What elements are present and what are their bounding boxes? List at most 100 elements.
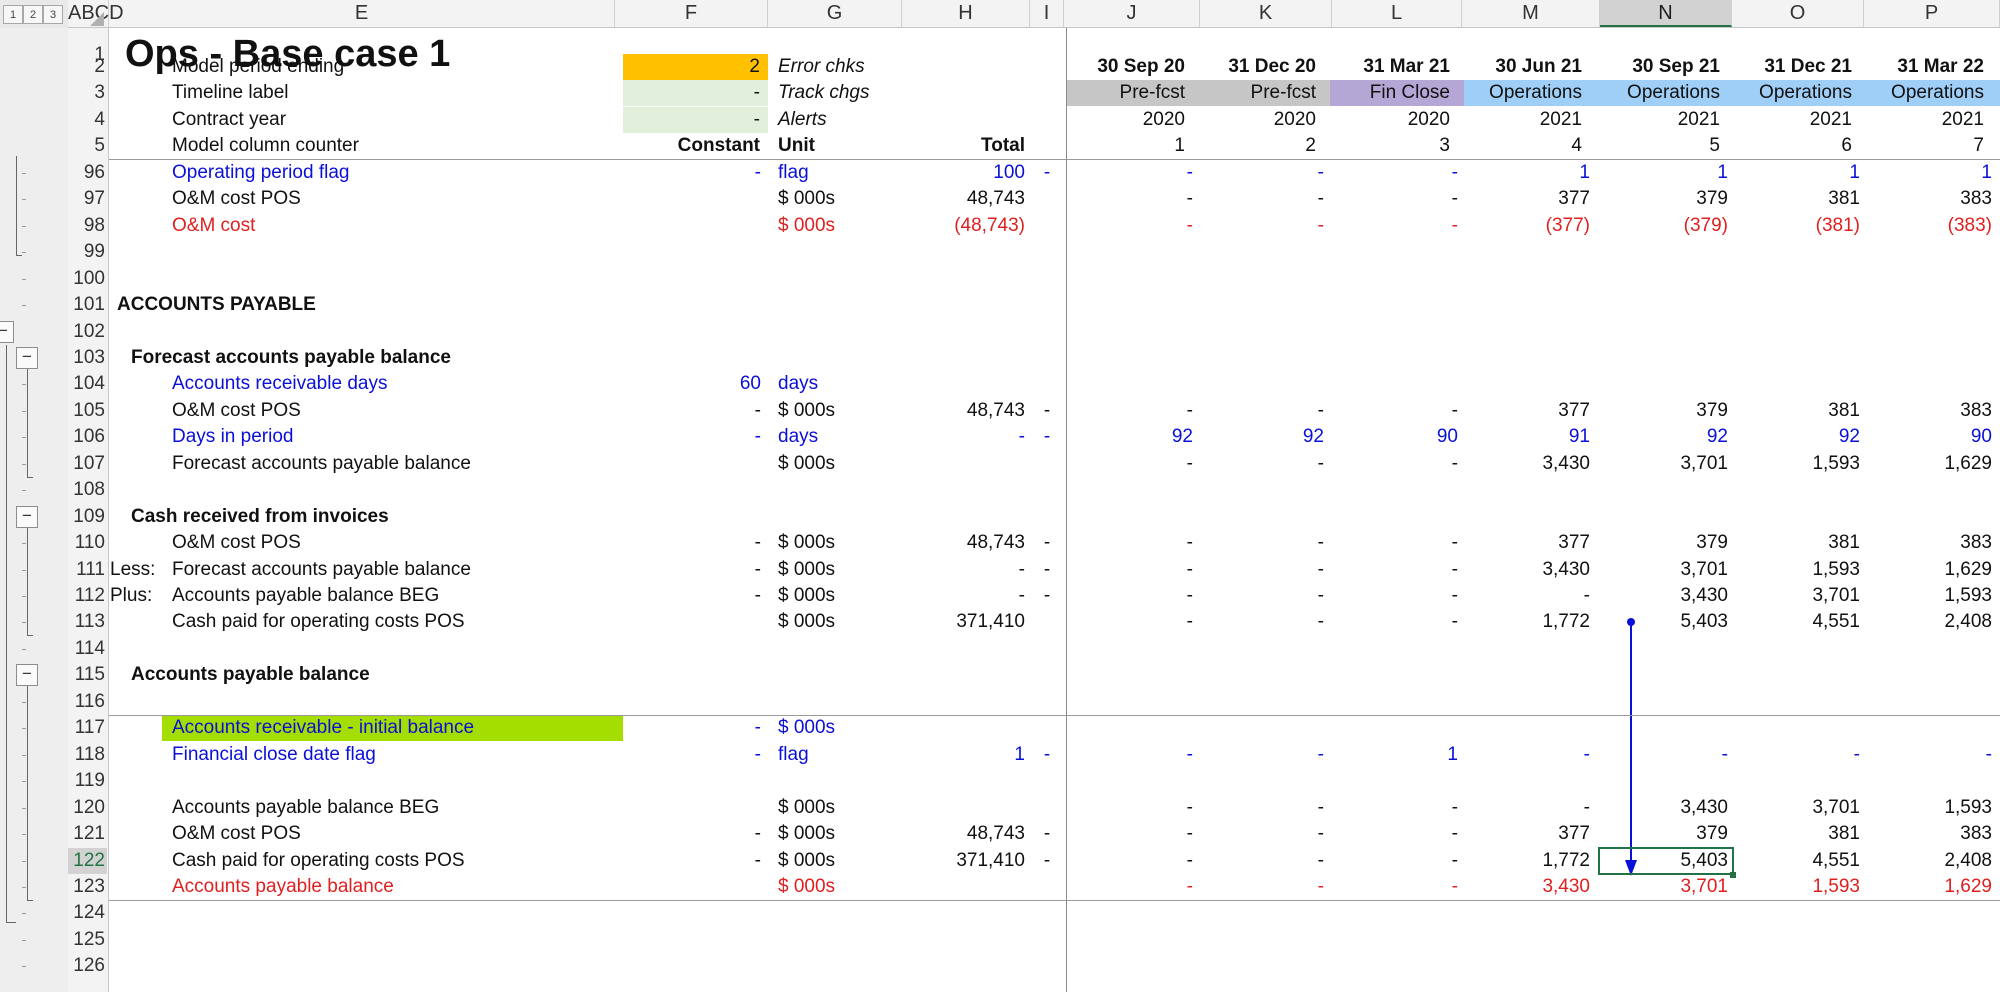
period-value[interactable]: - — [1204, 557, 1324, 583]
period-value[interactable]: (383) — [1872, 213, 1992, 239]
period-value[interactable]: (379) — [1608, 213, 1728, 239]
period-value[interactable]: 379 — [1608, 530, 1728, 556]
row-header-124[interactable]: 124 — [68, 900, 107, 926]
period-value[interactable]: 3,430 — [1470, 557, 1590, 583]
row-header-115[interactable]: 115 — [68, 662, 107, 688]
constant-value[interactable]: - — [623, 848, 761, 874]
period-value[interactable]: - — [1338, 821, 1458, 847]
period-value[interactable]: - — [1338, 398, 1458, 424]
outline-level-2-button[interactable]: 2 — [23, 5, 43, 24]
column-header-o[interactable]: O — [1732, 0, 1864, 27]
period-value[interactable]: - — [1872, 742, 1992, 768]
period-value[interactable]: 1 — [1338, 742, 1458, 768]
period-value[interactable]: - — [1204, 795, 1324, 821]
period-value[interactable]: 92 — [1608, 424, 1728, 450]
row-header-122[interactable]: 122 — [68, 847, 107, 874]
period-value[interactable]: 1,593 — [1740, 557, 1860, 583]
period-value[interactable]: - — [1338, 874, 1458, 900]
period-value[interactable]: - — [1204, 848, 1324, 874]
row-header-121[interactable]: 121 — [68, 821, 107, 847]
period-value[interactable]: 1,772 — [1470, 609, 1590, 635]
period-value[interactable]: 1,593 — [1740, 451, 1860, 477]
constant-value[interactable]: - — [623, 398, 761, 424]
period-value[interactable]: 3,701 — [1740, 583, 1860, 609]
period-value[interactable]: 377 — [1470, 530, 1590, 556]
row-header-98[interactable]: 98 — [68, 213, 107, 239]
constant-value[interactable]: - — [623, 583, 761, 609]
period-value[interactable]: - — [1740, 742, 1860, 768]
period-value[interactable]: - — [1338, 451, 1458, 477]
period-value[interactable]: 377 — [1470, 186, 1590, 212]
period-value[interactable]: - — [1204, 398, 1324, 424]
collapse-group-button[interactable]: − — [16, 664, 38, 687]
row-header-101[interactable]: 101 — [68, 292, 107, 318]
collapse-group-button[interactable]: − — [0, 320, 14, 343]
period-value[interactable]: - — [1204, 530, 1324, 556]
period-value[interactable]: - — [1073, 742, 1193, 768]
period-value[interactable]: 381 — [1740, 821, 1860, 847]
period-value[interactable]: 1,629 — [1872, 557, 1992, 583]
period-value[interactable]: 3,701 — [1608, 557, 1728, 583]
period-value[interactable]: - — [1204, 874, 1324, 900]
period-value[interactable]: - — [1073, 609, 1193, 635]
period-value[interactable]: 90 — [1338, 424, 1458, 450]
period-value[interactable]: - — [1204, 821, 1324, 847]
period-value[interactable]: - — [1470, 742, 1590, 768]
period-value[interactable]: 3,701 — [1740, 795, 1860, 821]
period-value[interactable]: - — [1470, 583, 1590, 609]
constant-value[interactable]: 60 — [623, 371, 761, 397]
row-header-117[interactable]: 117 — [68, 715, 107, 741]
column-header-i[interactable]: I — [1030, 0, 1064, 27]
row-header-112[interactable]: 112 — [68, 583, 107, 609]
period-value[interactable]: 381 — [1740, 530, 1860, 556]
row-header-3[interactable]: 3 — [68, 80, 107, 106]
row-header-100[interactable]: 100 — [68, 266, 107, 292]
period-value[interactable]: - — [1338, 186, 1458, 212]
row-header-102[interactable]: 102 — [68, 319, 107, 345]
column-header-k[interactable]: K — [1200, 0, 1332, 27]
period-value[interactable]: - — [1338, 848, 1458, 874]
column-header-h[interactable]: H — [902, 0, 1030, 27]
period-value[interactable]: 383 — [1872, 398, 1992, 424]
constant-value[interactable]: - — [623, 424, 761, 450]
period-value[interactable]: 1 — [1470, 160, 1590, 186]
active-cell-selection[interactable] — [1598, 846, 1734, 875]
period-value[interactable]: 92 — [1740, 424, 1860, 450]
period-value[interactable]: - — [1204, 160, 1324, 186]
period-value[interactable]: - — [1204, 583, 1324, 609]
column-header-m[interactable]: M — [1462, 0, 1600, 27]
period-value[interactable]: - — [1073, 186, 1193, 212]
row-header-106[interactable]: 106 — [68, 424, 107, 450]
period-value[interactable]: - — [1204, 742, 1324, 768]
period-value[interactable]: - — [1073, 874, 1193, 900]
row-header-105[interactable]: 105 — [68, 398, 107, 424]
row-header-109[interactable]: 109 — [68, 504, 107, 530]
period-value[interactable]: - — [1073, 557, 1193, 583]
period-value[interactable]: 3,701 — [1608, 451, 1728, 477]
period-value[interactable]: - — [1073, 160, 1193, 186]
period-value[interactable]: 381 — [1740, 186, 1860, 212]
row-header-118[interactable]: 118 — [68, 742, 107, 768]
period-value[interactable]: 1,629 — [1872, 451, 1992, 477]
row-header-119[interactable]: 119 — [68, 768, 107, 794]
period-value[interactable]: 383 — [1872, 530, 1992, 556]
row-header-120[interactable]: 120 — [68, 795, 107, 821]
period-value[interactable]: - — [1338, 795, 1458, 821]
period-value[interactable]: 1 — [1608, 160, 1728, 186]
period-value[interactable]: 383 — [1872, 186, 1992, 212]
row-header-113[interactable]: 113 — [68, 609, 107, 635]
period-value[interactable]: - — [1470, 795, 1590, 821]
constant-value[interactable]: - — [623, 530, 761, 556]
period-value[interactable]: - — [1073, 795, 1193, 821]
period-value[interactable]: 1,772 — [1470, 848, 1590, 874]
column-header-j[interactable]: J — [1064, 0, 1200, 27]
collapse-group-button[interactable]: − — [16, 346, 38, 369]
constant-value[interactable]: - — [623, 715, 761, 741]
row-header-123[interactable]: 123 — [68, 874, 107, 900]
constant-value[interactable]: - — [623, 160, 761, 186]
period-value[interactable]: - — [1204, 451, 1324, 477]
period-value[interactable]: 92 — [1073, 424, 1193, 450]
period-value[interactable]: - — [1204, 186, 1324, 212]
outline-level-3-button[interactable]: 3 — [43, 5, 63, 24]
constant-value[interactable]: - — [623, 821, 761, 847]
